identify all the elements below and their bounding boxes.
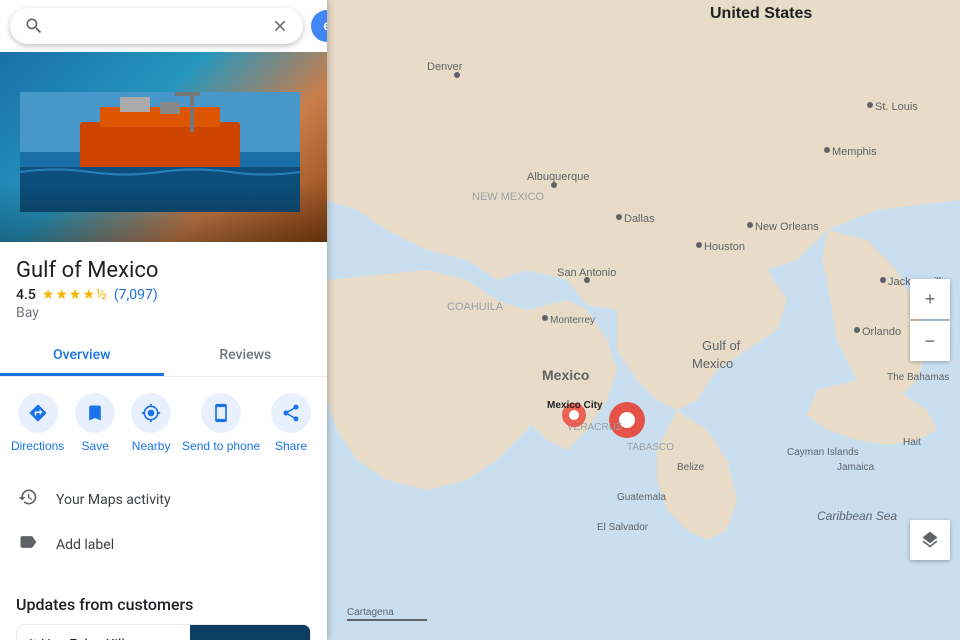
hero-overlay bbox=[0, 182, 327, 242]
svg-text:COAHUILA: COAHUILA bbox=[447, 301, 504, 313]
add-label-row[interactable]: Add label bbox=[0, 522, 327, 567]
map-controls: + − bbox=[910, 279, 950, 361]
svg-text:Mexico City: Mexico City bbox=[547, 400, 603, 411]
nearby-icon bbox=[141, 403, 161, 423]
search-bar: Gulf of Mexico e bbox=[0, 0, 327, 52]
clear-icon bbox=[271, 17, 289, 35]
add-label-text: Add label bbox=[56, 537, 311, 553]
updates-section: Updates from customers It Has False Kill… bbox=[0, 583, 327, 640]
save-label: Save bbox=[82, 439, 109, 453]
svg-text:Guatemala: Guatemala bbox=[617, 492, 666, 503]
directions-icon bbox=[28, 403, 48, 423]
sidebar: Gulf of Mexico e bbox=[0, 0, 327, 640]
label-icon bbox=[16, 532, 40, 557]
map-container[interactable]: United States Mexico Gulf of Mexico Dall… bbox=[327, 0, 960, 640]
svg-text:Cartagena: Cartagena bbox=[347, 607, 394, 618]
rating-row: 4.5 ★★★★½ (7,097) bbox=[16, 287, 311, 303]
save-icon-circle bbox=[75, 393, 115, 433]
share-icon bbox=[281, 403, 301, 423]
share-label: Share bbox=[275, 439, 307, 453]
directions-icon-circle bbox=[18, 393, 58, 433]
svg-text:Houston: Houston bbox=[704, 241, 745, 253]
svg-text:Mexico: Mexico bbox=[542, 367, 589, 383]
rating-number: 4.5 bbox=[16, 287, 36, 303]
maps-activity-row[interactable]: Your Maps activity bbox=[0, 477, 327, 522]
svg-text:El Salvador: El Salvador bbox=[597, 522, 649, 533]
star-rating: ★★★★½ bbox=[42, 287, 108, 303]
update-card-text: It Has False Killer Whales? 3 weeks ago bbox=[17, 625, 190, 640]
search-input[interactable]: Gulf of Mexico bbox=[54, 17, 261, 35]
clear-search-button[interactable] bbox=[271, 17, 289, 35]
send-to-phone-label: Send to phone bbox=[182, 439, 260, 453]
svg-text:Hait: Hait bbox=[903, 437, 921, 448]
zoom-out-button[interactable]: − bbox=[910, 321, 950, 361]
tab-reviews[interactable]: Reviews bbox=[164, 337, 328, 376]
directions-label: Directions bbox=[11, 439, 64, 453]
svg-text:New Orleans: New Orleans bbox=[755, 221, 819, 233]
zoom-in-button[interactable]: + bbox=[910, 279, 950, 319]
svg-text:Dallas: Dallas bbox=[624, 213, 655, 225]
svg-text:Mexico: Mexico bbox=[692, 356, 733, 371]
share-button[interactable]: Share bbox=[266, 393, 316, 453]
directions-button[interactable]: Directions bbox=[11, 393, 64, 453]
search-input-wrapper: Gulf of Mexico bbox=[10, 8, 303, 44]
phone-icon bbox=[211, 403, 231, 423]
update-card[interactable]: It Has False Killer Whales? 3 weeks ago bbox=[16, 624, 311, 640]
svg-text:St. Louis: St. Louis bbox=[875, 101, 918, 113]
place-name: Gulf of Mexico bbox=[16, 258, 311, 283]
phone-icon-circle bbox=[201, 393, 241, 433]
info-rows: Your Maps activity Add label bbox=[0, 469, 327, 575]
history-icon bbox=[16, 487, 40, 512]
svg-text:Belize: Belize bbox=[677, 462, 705, 473]
svg-text:TABASCO: TABASCO bbox=[627, 442, 674, 453]
avatar-letter: e bbox=[323, 18, 327, 34]
svg-text:Gulf of: Gulf of bbox=[702, 338, 741, 353]
place-type: Bay bbox=[16, 305, 311, 321]
layers-button[interactable] bbox=[910, 520, 950, 560]
svg-text:Denver: Denver bbox=[427, 61, 463, 73]
svg-text:Orlando: Orlando bbox=[862, 326, 901, 338]
tab-bar: Overview Reviews bbox=[0, 337, 327, 377]
save-icon bbox=[85, 403, 105, 423]
svg-text:United States: United States bbox=[710, 5, 812, 22]
updates-title: Updates from customers bbox=[16, 595, 311, 614]
maps-activity-text: Your Maps activity bbox=[56, 492, 311, 508]
search-icon-button[interactable] bbox=[24, 16, 44, 36]
svg-text:The Bahamas: The Bahamas bbox=[887, 372, 949, 383]
avatar[interactable]: e bbox=[311, 10, 327, 42]
svg-text:Caribbean Sea: Caribbean Sea bbox=[817, 509, 897, 523]
svg-text:Monterrey: Monterrey bbox=[550, 315, 595, 326]
svg-text:Memphis: Memphis bbox=[832, 146, 877, 158]
svg-text:NEW MEXICO: NEW MEXICO bbox=[472, 191, 545, 203]
nearby-icon-circle bbox=[131, 393, 171, 433]
share-icon-circle bbox=[271, 393, 311, 433]
action-buttons: Directions Save Nearby bbox=[0, 377, 327, 461]
place-info: Gulf of Mexico 4.5 ★★★★½ (7,097) Bay bbox=[0, 242, 327, 329]
tab-overview[interactable]: Overview bbox=[0, 337, 164, 376]
svg-text:Albuquerque: Albuquerque bbox=[527, 171, 589, 183]
search-icon bbox=[24, 16, 44, 36]
svg-text:Cayman Islands: Cayman Islands bbox=[787, 447, 859, 458]
save-button[interactable]: Save bbox=[70, 393, 120, 453]
hero-image[interactable] bbox=[0, 52, 327, 242]
nearby-button[interactable]: Nearby bbox=[126, 393, 176, 453]
svg-text:Jamaica: Jamaica bbox=[837, 462, 875, 473]
svg-text:San Antonio: San Antonio bbox=[557, 267, 616, 279]
nearby-label: Nearby bbox=[132, 439, 171, 453]
send-to-phone-button[interactable]: Send to phone bbox=[182, 393, 260, 453]
update-card-image bbox=[190, 625, 310, 640]
review-count[interactable]: (7,097) bbox=[114, 287, 158, 303]
